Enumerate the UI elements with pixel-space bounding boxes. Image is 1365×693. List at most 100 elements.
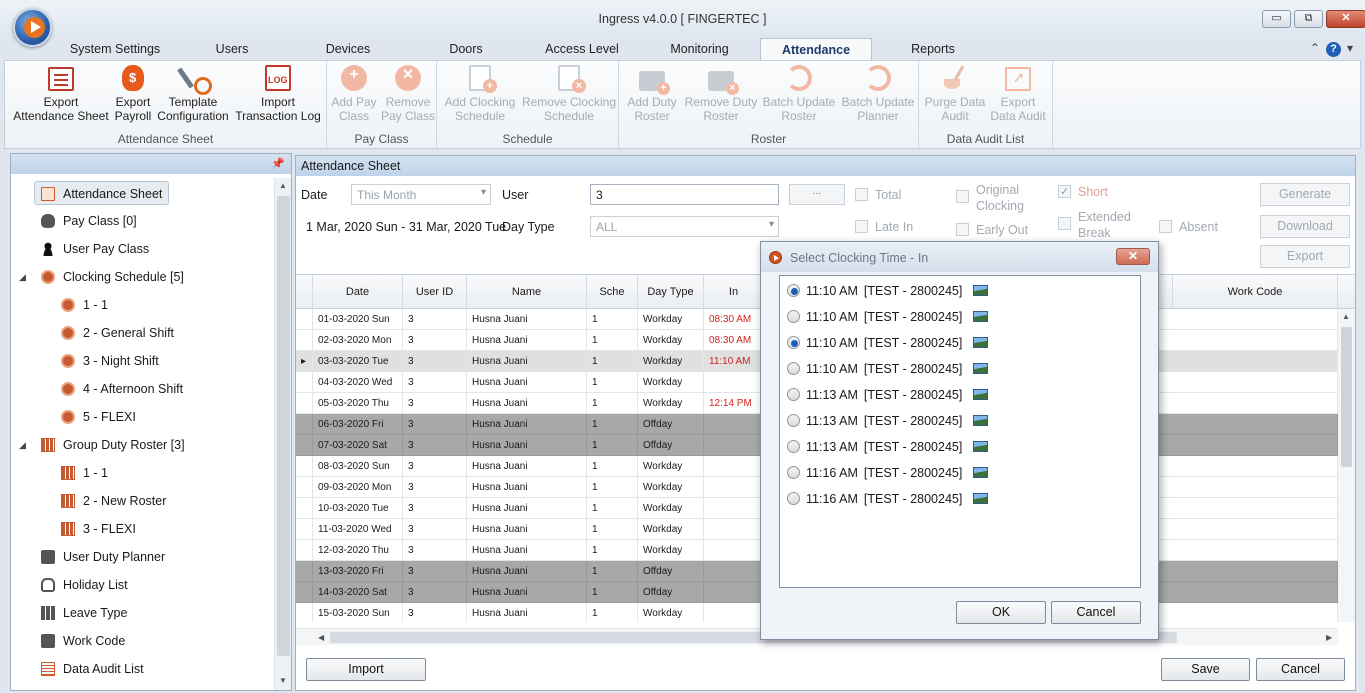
row-selector[interactable] bbox=[296, 372, 313, 393]
early-out-checkbox[interactable]: Early Out bbox=[956, 222, 1028, 238]
schedule-cell[interactable]: 1 bbox=[587, 519, 638, 540]
radio-button[interactable] bbox=[787, 440, 800, 454]
checkbox-box[interactable] bbox=[956, 223, 969, 236]
date-cell[interactable]: 08-03-2020 Sun bbox=[313, 456, 403, 477]
user-id-cell[interactable]: 3 bbox=[403, 456, 467, 477]
close-button[interactable]: ✕ bbox=[1326, 10, 1365, 28]
photo-icon[interactable] bbox=[973, 389, 989, 401]
schedule-cell[interactable]: 1 bbox=[587, 540, 638, 561]
add-clocking-schedule-button[interactable]: Add Clocking Schedule bbox=[441, 65, 519, 123]
day-type-cell[interactable]: Offday bbox=[638, 414, 704, 435]
work-code-cell[interactable] bbox=[1172, 351, 1338, 372]
in-time-cell[interactable] bbox=[704, 519, 764, 540]
work-code-cell[interactable] bbox=[1172, 582, 1338, 603]
name-cell[interactable]: Husna Juani bbox=[467, 498, 587, 519]
user-id-cell[interactable]: 3 bbox=[403, 477, 467, 498]
day-type-cell[interactable]: Offday bbox=[638, 582, 704, 603]
name-cell[interactable]: Husna Juani bbox=[467, 351, 587, 372]
tree-item[interactable]: Data Audit List bbox=[41, 657, 144, 681]
in-time-cell[interactable] bbox=[704, 414, 764, 435]
in-time-cell[interactable] bbox=[704, 456, 764, 477]
in-time-cell[interactable]: 08:30 AM bbox=[704, 330, 764, 351]
collapse-ribbon-icon[interactable]: ⌃ bbox=[1310, 41, 1320, 55]
help-icon[interactable]: ? bbox=[1325, 42, 1341, 57]
date-cell[interactable]: 15-03-2020 Sun bbox=[313, 603, 403, 622]
tree-item[interactable]: 1 - 1 bbox=[61, 293, 108, 317]
tree-item[interactable]: Work Code bbox=[41, 629, 125, 653]
photo-icon[interactable] bbox=[973, 363, 989, 375]
clocking-time-option[interactable]: 11:13 AM [TEST - 2800245] bbox=[787, 411, 989, 431]
remove-pay-class-button[interactable]: Remove Pay Class bbox=[381, 65, 435, 123]
row-selector[interactable] bbox=[296, 414, 313, 435]
in-time-cell[interactable] bbox=[704, 435, 764, 456]
tree-item[interactable]: Pay Class [0] bbox=[41, 209, 137, 233]
user-id-cell[interactable]: 3 bbox=[403, 351, 467, 372]
tab-monitoring[interactable]: Monitoring bbox=[652, 38, 747, 60]
schedule-cell[interactable]: 1 bbox=[587, 372, 638, 393]
short-checkbox[interactable]: Short bbox=[1058, 184, 1108, 200]
tab-system-settings[interactable]: System Settings bbox=[65, 38, 165, 60]
batch-update-planner-button[interactable]: Batch Update Planner bbox=[839, 65, 917, 123]
name-cell[interactable]: Husna Juani bbox=[467, 309, 587, 330]
collapse-arrow-icon[interactable]: ◢ bbox=[19, 272, 26, 283]
scroll-up-icon[interactable]: ▲ bbox=[1342, 312, 1350, 321]
user-id-cell[interactable]: 3 bbox=[403, 582, 467, 603]
tree-item[interactable]: 2 - General Shift bbox=[61, 321, 174, 345]
date-cell[interactable]: 06-03-2020 Fri bbox=[313, 414, 403, 435]
total-checkbox[interactable]: Total bbox=[855, 187, 901, 203]
save-button[interactable]: Save bbox=[1161, 658, 1250, 681]
day-type-cell[interactable]: Offday bbox=[638, 561, 704, 582]
tree-item[interactable]: 4 - Afternoon Shift bbox=[61, 377, 183, 401]
column-header[interactable]: Work Code bbox=[1172, 275, 1338, 309]
tree-item[interactable]: Group Duty Roster [3] bbox=[41, 433, 185, 457]
day-type-cell[interactable]: Workday bbox=[638, 351, 704, 372]
name-cell[interactable]: Husna Juani bbox=[467, 372, 587, 393]
photo-icon[interactable] bbox=[973, 493, 989, 505]
day-type-cell[interactable]: Workday bbox=[638, 309, 704, 330]
scroll-right-icon[interactable]: ▶ bbox=[1326, 633, 1332, 642]
tree-item[interactable]: Holiday List bbox=[41, 573, 128, 597]
add-duty-roster-button[interactable]: Add Duty Roster bbox=[623, 65, 681, 123]
work-code-cell[interactable] bbox=[1172, 330, 1338, 351]
schedule-cell[interactable]: 1 bbox=[587, 330, 638, 351]
day-type-cell[interactable]: Workday bbox=[638, 519, 704, 540]
photo-icon[interactable] bbox=[973, 311, 989, 323]
name-cell[interactable]: Husna Juani bbox=[467, 330, 587, 351]
in-time-cell[interactable] bbox=[704, 582, 764, 603]
user-id-cell[interactable]: 3 bbox=[403, 372, 467, 393]
column-header[interactable]: User ID bbox=[403, 275, 467, 309]
row-selector[interactable] bbox=[296, 603, 313, 622]
day-type-cell[interactable]: Offday bbox=[638, 435, 704, 456]
radio-button[interactable] bbox=[787, 492, 800, 506]
work-code-cell[interactable] bbox=[1172, 414, 1338, 435]
schedule-cell[interactable]: 1 bbox=[587, 603, 638, 622]
photo-icon[interactable] bbox=[973, 337, 989, 349]
tree-item[interactable]: 5 - FLEXI bbox=[61, 405, 136, 429]
date-cell[interactable]: 02-03-2020 Mon bbox=[313, 330, 403, 351]
user-id-cell[interactable]: 3 bbox=[403, 393, 467, 414]
schedule-cell[interactable]: 1 bbox=[587, 351, 638, 372]
row-selector[interactable] bbox=[296, 309, 313, 330]
tree-item[interactable]: 3 - Night Shift bbox=[61, 349, 159, 373]
radio-button[interactable] bbox=[787, 310, 800, 324]
tab-access-level[interactable]: Access Level bbox=[532, 38, 632, 60]
radio-button[interactable] bbox=[787, 362, 800, 376]
date-cell[interactable]: 13-03-2020 Fri bbox=[313, 561, 403, 582]
day-type-cell[interactable]: Workday bbox=[638, 498, 704, 519]
user-id-cell[interactable]: 3 bbox=[403, 309, 467, 330]
export-button[interactable]: Export bbox=[1260, 245, 1350, 268]
in-time-cell[interactable]: 11:10 AM bbox=[704, 351, 764, 372]
checkbox-box[interactable] bbox=[1058, 184, 1071, 200]
day-type-select[interactable]: ALL bbox=[590, 216, 779, 237]
work-code-cell[interactable] bbox=[1172, 456, 1338, 477]
generate-button[interactable]: Generate bbox=[1260, 183, 1350, 206]
user-id-cell[interactable]: 3 bbox=[403, 519, 467, 540]
schedule-cell[interactable]: 1 bbox=[587, 309, 638, 330]
schedule-cell[interactable]: 1 bbox=[587, 435, 638, 456]
photo-icon[interactable] bbox=[973, 415, 989, 427]
date-select[interactable]: This Month bbox=[351, 184, 491, 205]
restore-button[interactable]: ⧉ bbox=[1294, 10, 1323, 28]
tree-item[interactable]: User Pay Class bbox=[41, 237, 149, 261]
template-configuration-button[interactable]: Template Configuration bbox=[155, 65, 231, 123]
checkbox-box[interactable] bbox=[1159, 220, 1172, 233]
